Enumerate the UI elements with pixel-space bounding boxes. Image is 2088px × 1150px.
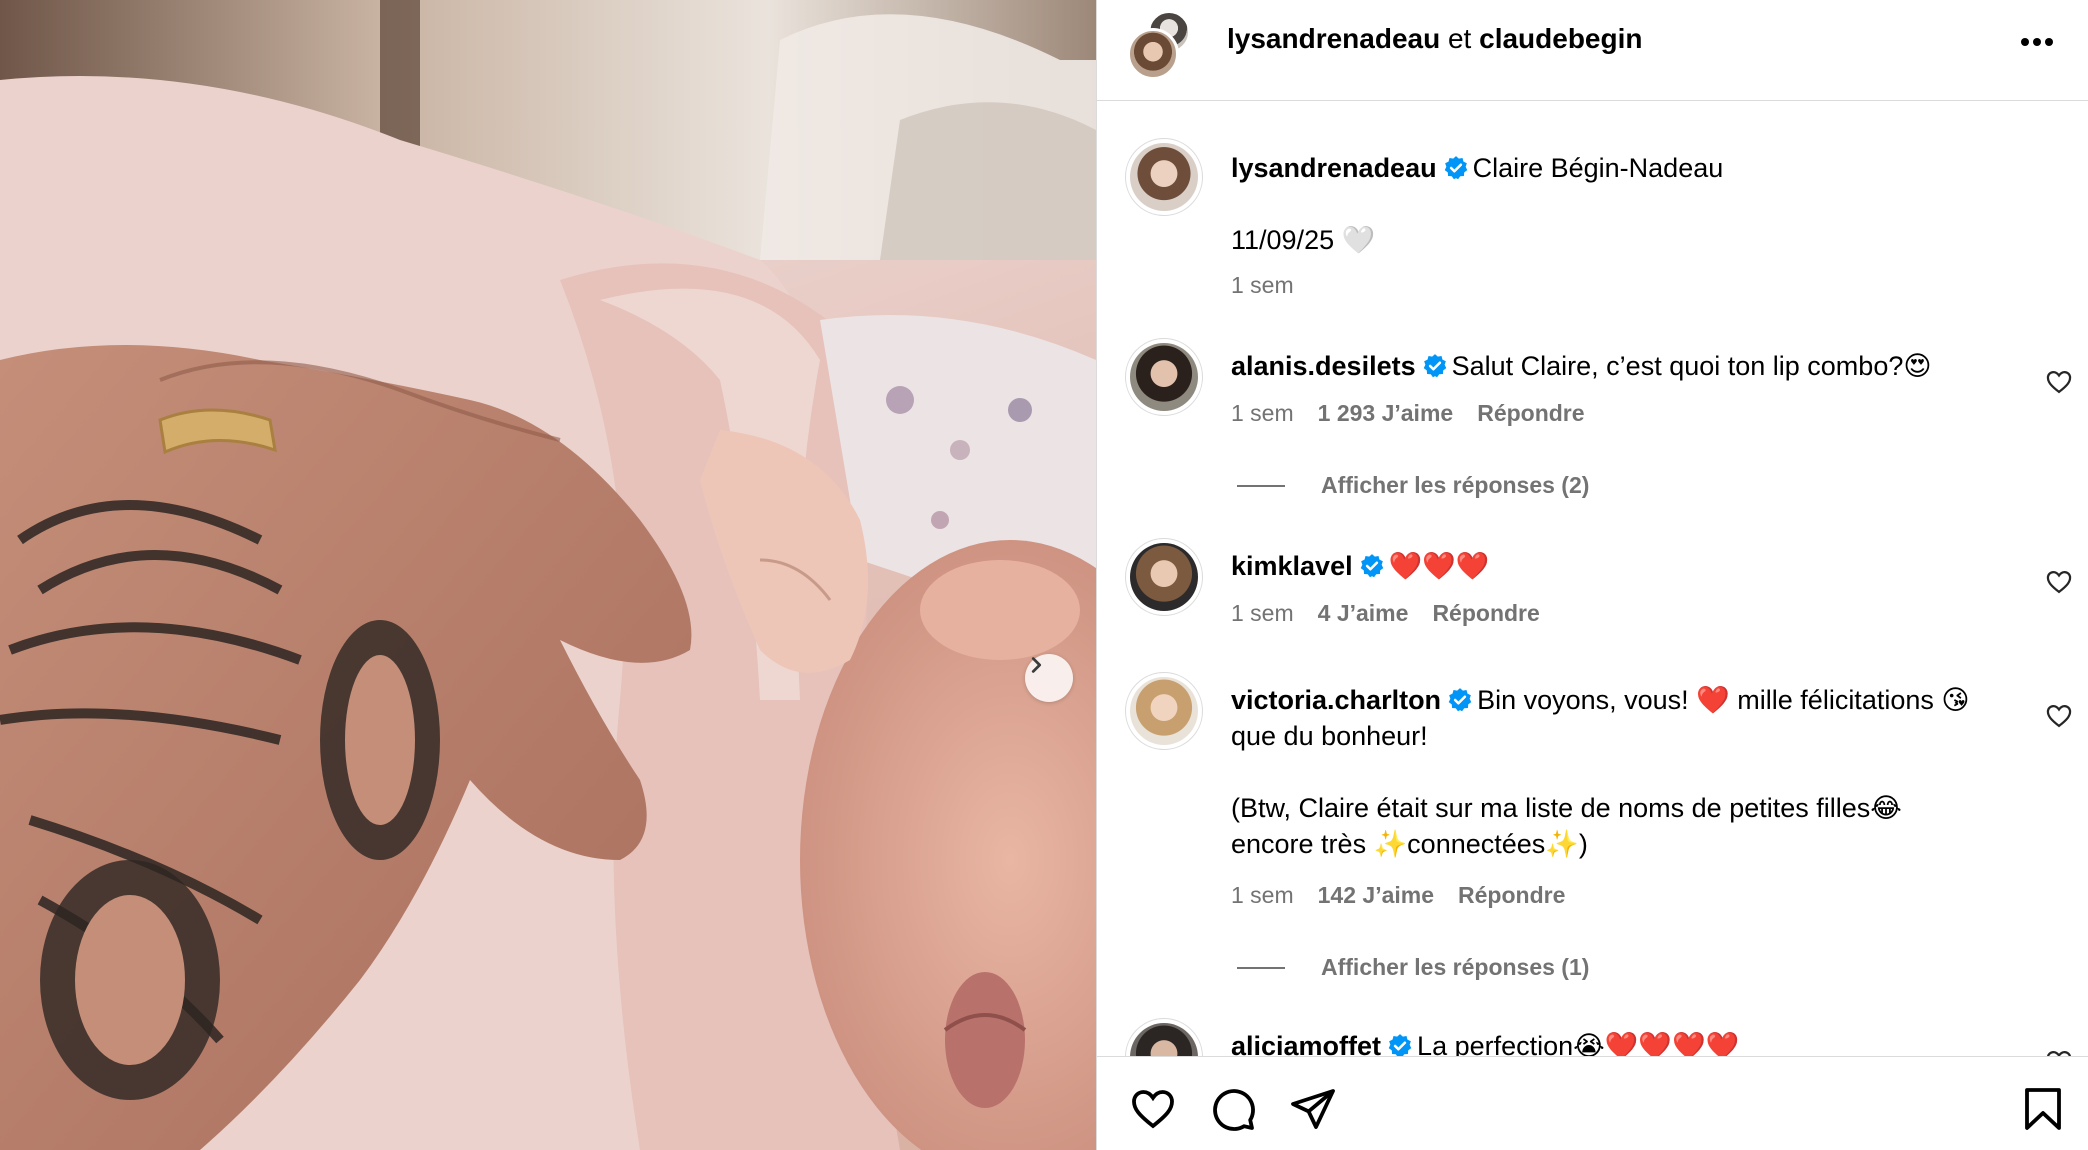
caption-username[interactable]: lysandrenadeau bbox=[1231, 153, 1437, 183]
heart-icon[interactable] bbox=[2045, 702, 2073, 730]
header-joiner: et bbox=[1440, 23, 1480, 54]
bookmark-icon[interactable] bbox=[2019, 1085, 2067, 1133]
comment-body-line2: que du bonheur! bbox=[1231, 721, 1428, 751]
comment-likes[interactable]: 142 J’aime bbox=[1318, 882, 1434, 909]
view-replies-button[interactable]: Afficher les réponses (2) bbox=[1237, 472, 1589, 499]
comment-body: Bin voyons, vous! ❤️ mille félicitations… bbox=[1477, 685, 1970, 715]
post-photo bbox=[0, 0, 1096, 1150]
comment-username[interactable]: aliciamoffet bbox=[1231, 1031, 1381, 1056]
share-icon[interactable] bbox=[1289, 1085, 1337, 1133]
view-replies-label: Afficher les réponses (2) bbox=[1321, 472, 1590, 498]
reply-button[interactable]: Répondre bbox=[1458, 882, 1565, 909]
caption-body: Claire Bégin-Nadeau bbox=[1472, 153, 1724, 183]
comment-username[interactable]: victoria.charlton bbox=[1231, 685, 1441, 715]
heart-icon[interactable] bbox=[2045, 368, 2073, 396]
post-side-panel: lysandrenadeau et claudebegin lysandrena… bbox=[1096, 0, 2088, 1150]
reply-button[interactable]: Répondre bbox=[1432, 600, 1539, 627]
avatar[interactable] bbox=[1125, 672, 1203, 750]
heart-icon[interactable] bbox=[2045, 1048, 2073, 1056]
avatar[interactable] bbox=[1125, 538, 1203, 616]
header-title: lysandrenadeau et claudebegin bbox=[1227, 22, 1643, 56]
comment-body-line4: encore très ✨connectées✨) bbox=[1231, 829, 1588, 859]
view-replies-button[interactable]: Afficher les réponses (1) bbox=[1237, 954, 1589, 981]
next-photo-button[interactable] bbox=[1025, 654, 1073, 702]
verified-icon bbox=[1444, 156, 1467, 180]
newborn-photo-illustration bbox=[0, 0, 1096, 1150]
verified-icon bbox=[1360, 554, 1383, 578]
like-button[interactable] bbox=[1129, 1085, 1177, 1133]
caption-date: 11/09/25 🤍 bbox=[1231, 225, 1376, 255]
caption-time[interactable]: 1 sem bbox=[1231, 272, 1294, 299]
comment-time[interactable]: 1 sem bbox=[1231, 600, 1294, 627]
comment-meta: 1 sem 142 J’aime Répondre bbox=[1231, 882, 1565, 909]
comment-body-line3: (Btw, Claire était sur ma liste de noms … bbox=[1231, 793, 1902, 823]
comment-body: La perfection😭❤️❤️❤️❤️ bbox=[1417, 1031, 1740, 1056]
post-header: lysandrenadeau et claudebegin bbox=[1097, 0, 2088, 101]
verified-icon bbox=[1388, 1034, 1412, 1056]
collab-avatars[interactable] bbox=[1127, 10, 1193, 80]
avatar-lysandrenadeau[interactable] bbox=[1127, 28, 1179, 80]
comment-meta: 1 sem 4 J’aime Répondre bbox=[1231, 600, 1540, 627]
comment-text: aliciamoffet La perfection😭❤️❤️❤️❤️ bbox=[1231, 1028, 2021, 1056]
comment-time[interactable]: 1 sem bbox=[1231, 400, 1294, 427]
caption-text: lysandrenadeau Claire Bégin-Nadeau bbox=[1231, 150, 2021, 186]
comment-likes[interactable]: 4 J’aime bbox=[1318, 600, 1409, 627]
comment-text: kimklavel ❤️❤️❤️ bbox=[1231, 548, 2021, 584]
replies-divider bbox=[1237, 966, 1285, 969]
comment-text: victoria.charlton Bin voyons, vous! ❤️ mi… bbox=[1231, 682, 2021, 718]
comment-icon[interactable] bbox=[1209, 1085, 1257, 1133]
comment-username[interactable]: alanis.desilets bbox=[1231, 351, 1416, 381]
comment-text: alanis.desilets Salut Claire, c’est quoi … bbox=[1231, 348, 2021, 384]
verified-icon bbox=[1423, 354, 1446, 378]
verified-icon bbox=[1448, 688, 1472, 712]
view-replies-label: Afficher les réponses (1) bbox=[1321, 954, 1590, 980]
header-user1[interactable]: lysandrenadeau bbox=[1227, 23, 1440, 54]
avatar[interactable] bbox=[1125, 338, 1203, 416]
caption-meta: 1 sem bbox=[1231, 272, 1294, 299]
heart-icon[interactable] bbox=[2045, 568, 2073, 596]
header-user2[interactable]: claudebegin bbox=[1479, 23, 1642, 54]
comments-list[interactable]: lysandrenadeau Claire Bégin-Nadeau 11/09/… bbox=[1097, 102, 2088, 1056]
comment-likes[interactable]: 1 293 J’aime bbox=[1318, 400, 1454, 427]
more-options-button[interactable] bbox=[2015, 20, 2059, 64]
avatar[interactable] bbox=[1125, 138, 1203, 216]
comment-body: ❤️❤️❤️ bbox=[1388, 551, 1490, 581]
comment-username[interactable]: kimklavel bbox=[1231, 551, 1353, 581]
comment-time[interactable]: 1 sem bbox=[1231, 882, 1294, 909]
comment-body: Salut Claire, c’est quoi ton lip combo?😍 bbox=[1451, 351, 1932, 381]
avatar[interactable] bbox=[1125, 1018, 1203, 1056]
reply-button[interactable]: Répondre bbox=[1477, 400, 1584, 427]
more-icon bbox=[2021, 38, 2053, 46]
chevron-right-icon bbox=[1031, 657, 1042, 673]
comment-meta: 1 sem 1 293 J’aime Répondre bbox=[1231, 400, 1585, 427]
post-actions-bar bbox=[1097, 1056, 2088, 1150]
replies-divider bbox=[1237, 484, 1285, 487]
